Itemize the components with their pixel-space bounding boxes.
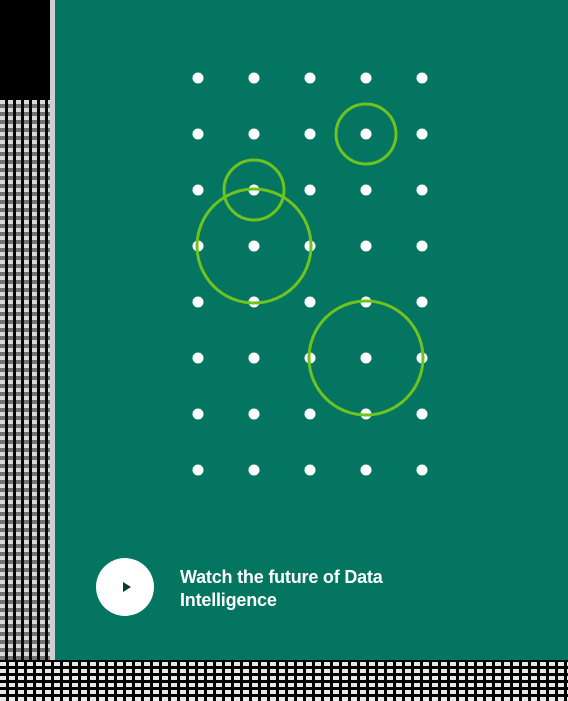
dither-texture-bottom <box>0 660 568 701</box>
watch-video-link[interactable]: Watch the future of Data Intelligence <box>180 566 440 612</box>
play-video-button[interactable] <box>96 558 154 616</box>
dither-texture-left <box>0 100 50 660</box>
play-icon <box>122 582 131 592</box>
